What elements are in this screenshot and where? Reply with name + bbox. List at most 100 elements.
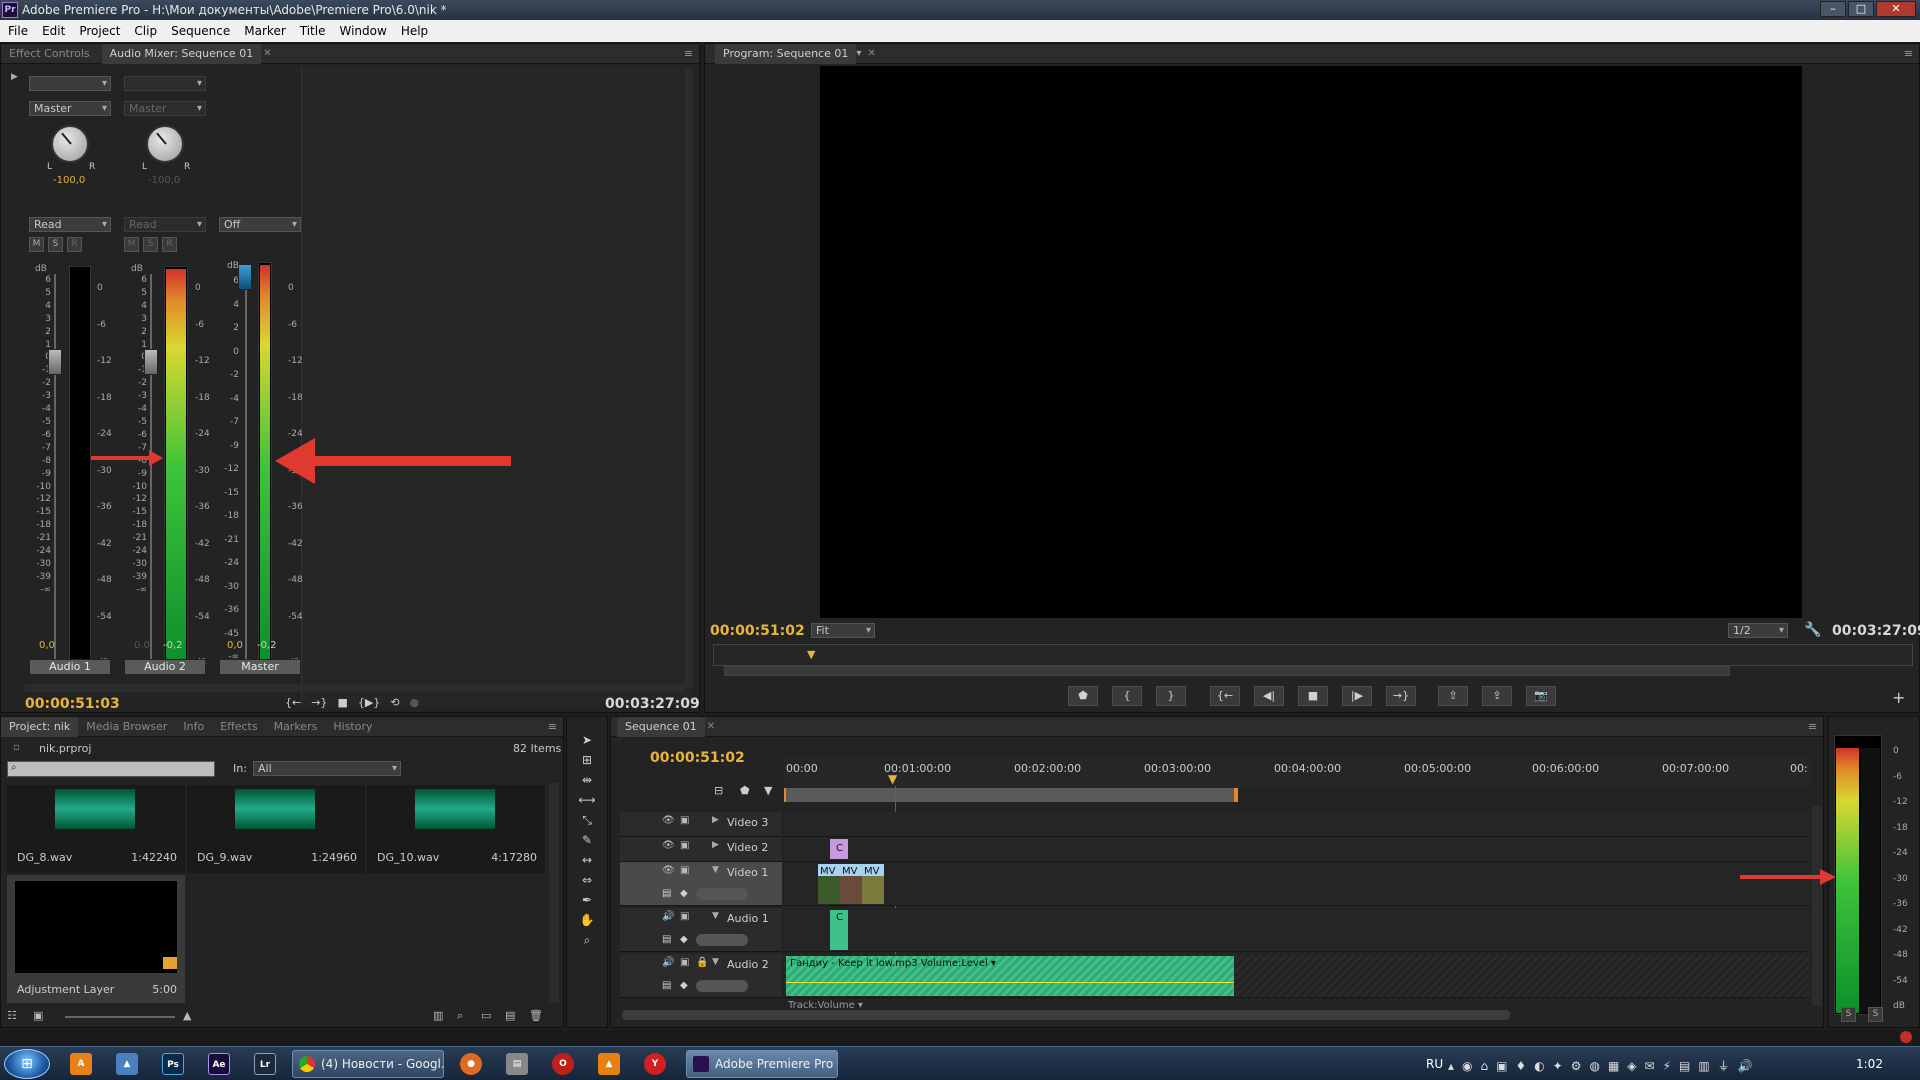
channel2-output-dropdown[interactable]: Master (124, 101, 206, 116)
zoom-tool-icon[interactable]: ⌕ (577, 933, 597, 951)
audio1-clip[interactable]: C (830, 910, 848, 950)
track-header-video1[interactable]: 👁 ▣ ▼ Video 1 ▤ ◆ (620, 862, 782, 906)
video1-clip-mv3[interactable]: MV (862, 864, 884, 904)
rolling-edit-tool-icon[interactable]: ⟷ (577, 793, 597, 811)
menu-project[interactable]: Project (79, 24, 120, 38)
track-lane-audio2[interactable]: Гандиу - Keep it low.mp3 Volume:Level ▾ … (784, 954, 1810, 1011)
program-fit-dropdown[interactable]: Fit (811, 623, 875, 638)
project-scrollbar[interactable] (549, 783, 559, 1003)
menu-sequence[interactable]: Sequence (171, 24, 230, 38)
record-icon[interactable]: ● (410, 696, 420, 709)
language-indicator[interactable]: RU (1426, 1057, 1443, 1071)
program-resolution-dropdown[interactable]: 1/2 (1728, 623, 1788, 638)
speaker-icon[interactable]: 🔊 (662, 957, 674, 968)
track-select-tool-icon[interactable]: ⊞ (577, 753, 597, 771)
channel2-pan-knob[interactable] (146, 125, 184, 163)
track-lane-audio1[interactable]: C (784, 908, 1810, 952)
slide-tool-icon[interactable]: ⇔ (577, 873, 597, 891)
lock-icon[interactable]: 🔒 (696, 957, 708, 968)
panel-menu-icon[interactable]: ≡ (548, 720, 557, 733)
find-icon[interactable]: ⌕ (457, 1009, 463, 1023)
keyframe-icon[interactable]: ◆ (680, 934, 688, 945)
project-item-dg9[interactable]: DG_9.wav 1:24960 (187, 785, 365, 873)
go-to-in-icon[interactable]: {← (285, 696, 301, 709)
master-name[interactable]: Master (219, 659, 301, 675)
channel2-pan-value[interactable]: -100,0 (148, 175, 180, 186)
settings-wrench-icon[interactable]: 🔧 (1804, 622, 1821, 638)
mark-out-button[interactable]: } (1156, 686, 1186, 706)
set-marker-icon[interactable]: ⬟ (740, 784, 750, 797)
panel-menu-icon[interactable]: ≡ (684, 47, 693, 60)
selection-tool-icon[interactable]: ➤ (577, 733, 597, 751)
error-icon[interactable] (1900, 1031, 1912, 1043)
panel-menu-icon[interactable]: ≡ (1904, 47, 1913, 60)
razor-tool-icon[interactable]: ✎ (577, 833, 597, 851)
pen-tool-icon[interactable]: ✒ (577, 893, 597, 911)
opera-icon[interactable]: O (552, 1053, 574, 1075)
program-current-timecode[interactable]: 00:00:51:02 (710, 623, 805, 639)
snap-icon[interactable]: ⊟ (714, 784, 723, 797)
channel2-automation-dropdown[interactable]: Read (124, 217, 206, 232)
channel2-level-left[interactable]: 0,0 (134, 640, 150, 651)
add-marker-icon[interactable]: ▼ (764, 784, 772, 797)
export-frame-button[interactable]: 📷 (1526, 686, 1556, 706)
timeline-current-timecode[interactable]: 00:00:51:02 (650, 750, 745, 766)
project-search-input[interactable]: ⌕ (7, 761, 215, 777)
zoom-slider[interactable] (65, 1016, 175, 1018)
avast-icon[interactable]: A (70, 1053, 92, 1075)
track-header-audio2[interactable]: 🔊 ▣ 🔒 ▼ Audio 2 ▤ ◆ (620, 954, 782, 998)
new-bin-icon[interactable]: ▭ (481, 1009, 491, 1022)
stop-button[interactable]: ■ (1298, 686, 1328, 706)
eye-icon[interactable]: 👁 (662, 865, 675, 876)
channel1-record-button[interactable]: R (67, 237, 82, 252)
track-header-video2[interactable]: 👁 ▣ ▶ Video 2 (620, 837, 782, 862)
step-back-button[interactable]: ◀| (1254, 686, 1284, 706)
sync-icon[interactable]: ▣ (680, 957, 689, 968)
yandex-icon[interactable]: Y (644, 1053, 666, 1075)
tab-history[interactable]: History (325, 717, 380, 737)
audio2-clip[interactable]: Гандиу - Keep it low.mp3 Volume:Level ▾ (786, 956, 1234, 996)
close-icon[interactable]: ✕ (1876, 1, 1916, 17)
taskbar-chrome[interactable]: (4) Новости - Googl... (292, 1050, 444, 1078)
minimize-icon[interactable]: – (1820, 1, 1846, 17)
new-item-icon[interactable]: ▤ (505, 1009, 515, 1022)
work-area-bar[interactable] (784, 788, 1238, 802)
lightroom-icon[interactable]: Lr (254, 1053, 276, 1075)
menu-edit[interactable]: Edit (42, 24, 65, 38)
after-effects-icon[interactable]: Ae (208, 1053, 230, 1075)
video1-clip-mv1[interactable]: MV (818, 864, 840, 904)
go-to-out-icon[interactable]: →} (311, 696, 327, 709)
play-in-to-out-icon[interactable]: {▶} (358, 696, 380, 709)
video2-clip[interactable]: C (830, 839, 848, 859)
tab-project[interactable]: Project: nik (1, 716, 79, 737)
collapse-track-icon[interactable]: ▼ (712, 865, 719, 875)
hand-tool-icon[interactable]: ✋ (577, 913, 597, 931)
add-marker-button[interactable]: ⬟ (1068, 686, 1098, 706)
sync-icon[interactable]: ▣ (680, 815, 689, 826)
timeline-h-scrollbar[interactable] (622, 1010, 1510, 1020)
channel1-input-dropdown[interactable] (29, 76, 111, 91)
menu-file[interactable]: File (8, 24, 28, 38)
timeline-v-scrollbar[interactable] (1812, 806, 1822, 1006)
channel2-mute-button[interactable]: M (124, 237, 139, 252)
volume-line[interactable] (786, 982, 1234, 983)
sync-icon[interactable]: ▣ (680, 840, 689, 851)
photoshop-icon[interactable]: Ps (162, 1053, 184, 1075)
mixer-scrollbar[interactable] (685, 68, 693, 688)
go-to-in-button[interactable]: {← (1210, 686, 1240, 706)
stop-icon[interactable]: ■ (337, 696, 347, 709)
lift-button[interactable]: ⇧ (1438, 686, 1468, 706)
mixer-current-timecode[interactable]: 00:00:51:03 (25, 696, 120, 712)
rate-stretch-tool-icon[interactable]: ⤡ (577, 813, 597, 831)
channel2-input-dropdown[interactable] (124, 76, 206, 91)
tab-media-browser[interactable]: Media Browser (78, 717, 175, 737)
clock[interactable]: 1:02 (1856, 1057, 1883, 1071)
display-style-icon[interactable]: ▤ (662, 980, 671, 991)
trash-icon[interactable]: 🗑 (529, 1009, 543, 1022)
solo-left-button[interactable]: S (1841, 1007, 1856, 1022)
channel1-level-left[interactable]: 0,0 (39, 640, 55, 651)
mixer-h-scrollbar[interactable] (25, 684, 685, 692)
expand-track-icon[interactable]: ▶ (712, 840, 719, 850)
channel2-record-button[interactable]: R (162, 237, 177, 252)
master-level-left[interactable]: 0,0 (227, 640, 243, 651)
